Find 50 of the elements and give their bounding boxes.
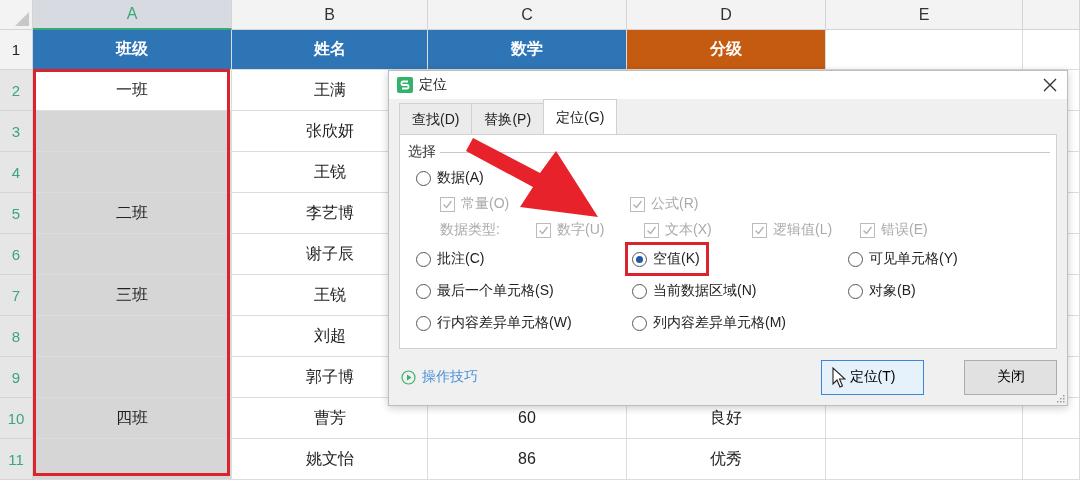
- row-header[interactable]: 1: [0, 30, 33, 70]
- table-cell: 优秀: [627, 439, 826, 480]
- option-label: 常量(O): [461, 195, 510, 213]
- tab[interactable]: 替换(P): [471, 103, 545, 134]
- table-header-cell: 班级: [33, 30, 232, 70]
- option-label[interactable]: 最后一个单元格(S): [437, 282, 554, 300]
- tab[interactable]: 定位(G): [543, 99, 618, 134]
- option-label[interactable]: 对象(B): [869, 282, 916, 300]
- tab[interactable]: 查找(D): [399, 103, 473, 134]
- column-header[interactable]: D: [627, 0, 826, 30]
- locate-button[interactable]: 定位(T): [821, 359, 924, 395]
- option-label: 文本(X): [665, 221, 712, 239]
- radio-button[interactable]: [848, 283, 863, 299]
- table-header-cell: 数学: [428, 30, 627, 70]
- radio-button[interactable]: [632, 283, 647, 299]
- radio-button[interactable]: [416, 283, 431, 299]
- radio-button[interactable]: [416, 315, 431, 331]
- option-label[interactable]: 当前数据区域(N): [653, 282, 757, 300]
- radio-button[interactable]: [416, 170, 431, 186]
- option-label[interactable]: 数据(A): [437, 169, 484, 187]
- column-header[interactable]: B: [232, 0, 428, 30]
- option-label: 错误(E): [881, 221, 928, 239]
- option-label[interactable]: 可见单元格(Y): [869, 250, 958, 268]
- option-label: 数字(U): [557, 221, 605, 239]
- table-cell: 四班: [33, 398, 232, 439]
- radio-button[interactable]: [848, 251, 863, 267]
- option-label: 逻辑值(L): [773, 221, 833, 239]
- radio-button[interactable]: [632, 251, 647, 267]
- option-label: 公式(R): [651, 195, 699, 213]
- table-cell: 86: [428, 439, 627, 480]
- option-label[interactable]: 列内容差异单元格(M): [653, 314, 786, 332]
- table-cell: 三班: [33, 275, 232, 316]
- option-label[interactable]: 行内容差异单元格(W): [437, 314, 572, 332]
- resize-grip-icon[interactable]: [1055, 393, 1065, 403]
- close-icon[interactable]: [1043, 78, 1057, 92]
- table-header-cell: 姓名: [232, 30, 428, 70]
- option-label[interactable]: 批注(C): [437, 250, 485, 268]
- play-icon: [401, 369, 416, 385]
- close-button[interactable]: 关闭: [964, 359, 1057, 395]
- radio-button[interactable]: [632, 315, 647, 331]
- option-label[interactable]: 空值(K): [653, 250, 700, 268]
- table-cell: 姚文怡: [232, 439, 428, 480]
- cursor-icon: [832, 366, 846, 389]
- table-header-cell: 分级: [627, 30, 826, 70]
- type-label: 数据类型:: [440, 221, 501, 239]
- column-header[interactable]: C: [428, 0, 627, 30]
- table-cell: 二班: [33, 193, 232, 234]
- app-logo-icon: [397, 77, 413, 93]
- column-header[interactable]: E: [826, 0, 1023, 30]
- radio-button[interactable]: [416, 251, 431, 267]
